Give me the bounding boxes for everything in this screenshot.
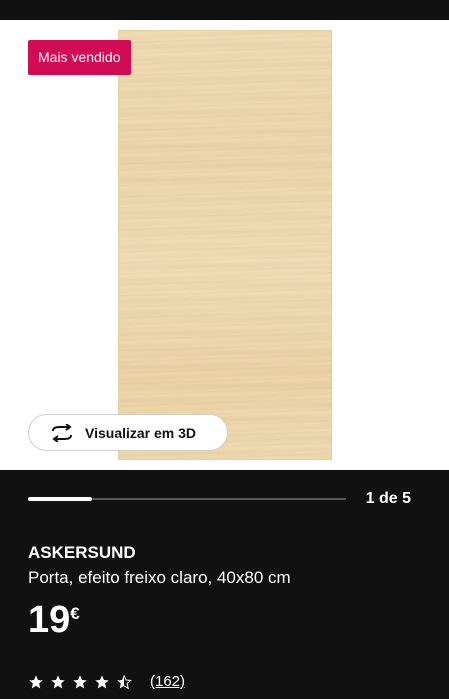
rotate-3d-icon [49,423,75,442]
product-name: ASKERSUND [28,543,136,562]
gallery-progress [28,497,346,501]
top-strip [0,0,449,20]
gallery-pager: 1 de 5 [365,490,411,507]
product-description: Porta, efeito freixo claro, 40x80 cm [28,568,291,587]
gallery-progress-fill [28,497,92,501]
best-seller-badge: Mais vendido [28,40,131,75]
product-image [118,30,332,460]
star-icon [94,674,110,690]
price-amount: 19 [28,599,71,641]
product-image-area[interactable]: Mais vendido Visualizar em 3D [0,20,449,470]
view-3d-label: Visualizar em 3D [85,424,197,441]
review-count-link[interactable]: (162) [150,673,185,690]
star-icon [28,674,44,690]
half-star-icon [116,674,132,690]
price-currency: € [70,604,80,623]
rating: (162) [28,673,185,690]
product-price: 19 € [28,598,80,642]
star-icon [50,674,66,690]
view-3d-button[interactable]: Visualizar em 3D [28,414,228,451]
star-icon [72,674,88,690]
